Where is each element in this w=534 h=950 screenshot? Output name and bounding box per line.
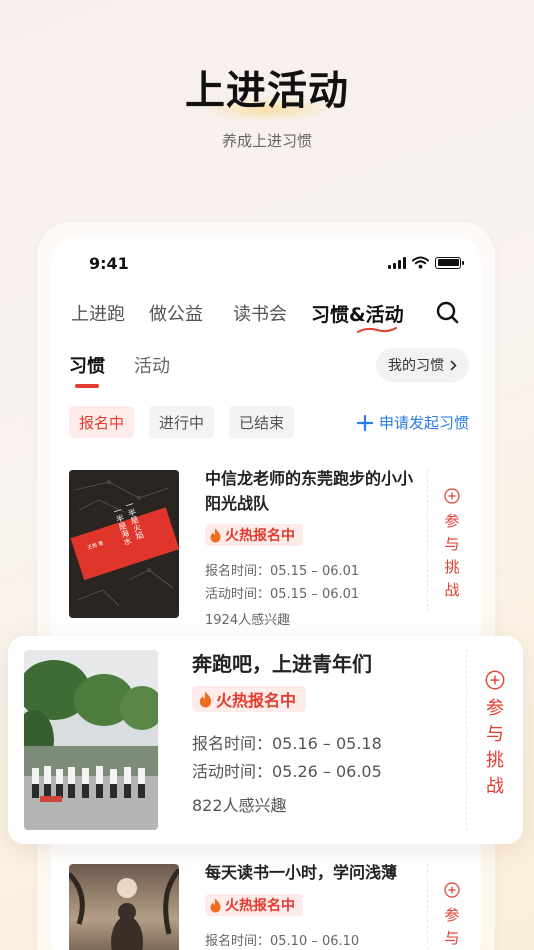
flame-icon xyxy=(210,898,221,912)
apply-habit-button[interactable]: 申请发起习惯 xyxy=(356,412,469,433)
filter-signup-open[interactable]: 报名中 xyxy=(69,406,135,438)
plus-circle-icon xyxy=(444,488,460,504)
tab-running[interactable]: 上进跑 xyxy=(71,300,125,326)
habit-card[interactable]: 每天读书一小时，学问浅薄 火热报名中 报名时间：05.10 – 06.10 参与 xyxy=(69,863,469,950)
card-divider xyxy=(427,470,428,612)
running-group-image xyxy=(24,650,158,830)
reading-photo xyxy=(69,864,179,950)
top-nav: 上进跑 做公益 读书会 习惯&活动 xyxy=(71,300,461,333)
subtab-habits-label: 习惯 xyxy=(69,356,105,377)
chevron-right-icon xyxy=(450,359,457,371)
search-button[interactable] xyxy=(435,300,461,326)
plus-circle-icon xyxy=(444,882,460,898)
hot-badge-label: 火热报名中 xyxy=(216,691,297,710)
my-habits-label: 我的习惯 xyxy=(388,358,444,374)
subtab-habits[interactable]: 习惯 xyxy=(69,352,105,378)
tab-book-club[interactable]: 读书会 xyxy=(233,300,287,326)
featured-habit-card[interactable]: 奔跑吧，上进青年们 火热报名中 报名时间：05.16 – 05.18 活动时间：… xyxy=(8,636,523,844)
active-tab-squiggle-icon xyxy=(357,327,397,333)
flame-icon xyxy=(210,528,221,542)
join-challenge-button[interactable]: 参与挑战 xyxy=(478,670,512,800)
hero-title: 上进活动 xyxy=(185,68,349,114)
join-challenge-label: 参与 xyxy=(444,906,460,947)
tab-charity[interactable]: 做公益 xyxy=(149,300,203,326)
join-challenge-button[interactable]: 参与 xyxy=(441,882,463,950)
running-group-photo xyxy=(24,650,158,830)
interest-count: 822人感兴趣 xyxy=(192,796,287,815)
signup-time: 报名时间：05.10 – 06.10 xyxy=(205,934,360,949)
hot-badge-label: 火热报名中 xyxy=(225,898,295,914)
book-cover-image: 一半是火焰 一半是海水 王朔 著 xyxy=(69,470,179,618)
hot-badge: 火热报名中 xyxy=(205,524,303,546)
interest-count: 1924人感兴趣 xyxy=(205,613,291,628)
join-challenge-button[interactable]: 参与挑战 xyxy=(441,488,463,602)
status-time: 9:41 xyxy=(89,254,129,273)
reading-cover-image xyxy=(69,864,179,950)
status-icons xyxy=(388,256,464,269)
featured-card-title: 奔跑吧，上进青年们 xyxy=(192,652,372,676)
hot-badge: 火热报名中 xyxy=(205,894,303,916)
flame-icon xyxy=(199,691,212,707)
activity-time: 活动时间：05.26 – 06.05 xyxy=(192,762,382,781)
join-challenge-label: 参与挑战 xyxy=(486,698,504,797)
activity-time: 活动时间：05.15 – 06.01 xyxy=(205,587,360,602)
battery-icon xyxy=(435,256,464,269)
signup-time: 报名时间：05.15 – 06.01 xyxy=(205,564,360,579)
subtab-active-indicator xyxy=(75,384,99,388)
card-title: 中信龙老师的东莞跑步的小小阳光战队 xyxy=(205,469,414,513)
plus-icon xyxy=(356,414,373,431)
card-divider xyxy=(466,650,467,830)
join-challenge-label: 参与挑战 xyxy=(444,512,460,599)
habit-card[interactable]: 一半是火焰 一半是海水 王朔 著 中信龙老师的东莞跑步的小小阳光战队 火热报名中… xyxy=(69,469,469,630)
search-icon xyxy=(436,301,459,324)
apply-habit-label: 申请发起习惯 xyxy=(378,414,469,432)
filter-in-progress[interactable]: 进行中 xyxy=(149,406,215,438)
wifi-icon xyxy=(412,256,429,269)
signup-time: 报名时间：05.16 – 05.18 xyxy=(192,734,382,753)
tab-habits-activities-label: 习惯&活动 xyxy=(311,304,404,326)
filter-ended[interactable]: 已结束 xyxy=(229,406,295,438)
plus-circle-icon xyxy=(485,670,505,690)
card-divider xyxy=(427,864,428,950)
tab-habits-activities[interactable]: 习惯&活动 xyxy=(311,300,404,333)
card-title: 每天读书一小时，学问浅薄 xyxy=(205,863,398,882)
hot-badge: 火热报名中 xyxy=(192,686,307,712)
cellular-signal-icon xyxy=(388,256,406,269)
subtab-activities[interactable]: 活动 xyxy=(134,352,170,378)
my-habits-button[interactable]: 我的习惯 xyxy=(376,348,469,382)
status-filters: 报名中 进行中 已结束 申请发起习惯 xyxy=(69,406,469,440)
hero-subtitle: 养成上进习惯 xyxy=(221,132,312,150)
hot-badge-label: 火热报名中 xyxy=(225,528,295,544)
